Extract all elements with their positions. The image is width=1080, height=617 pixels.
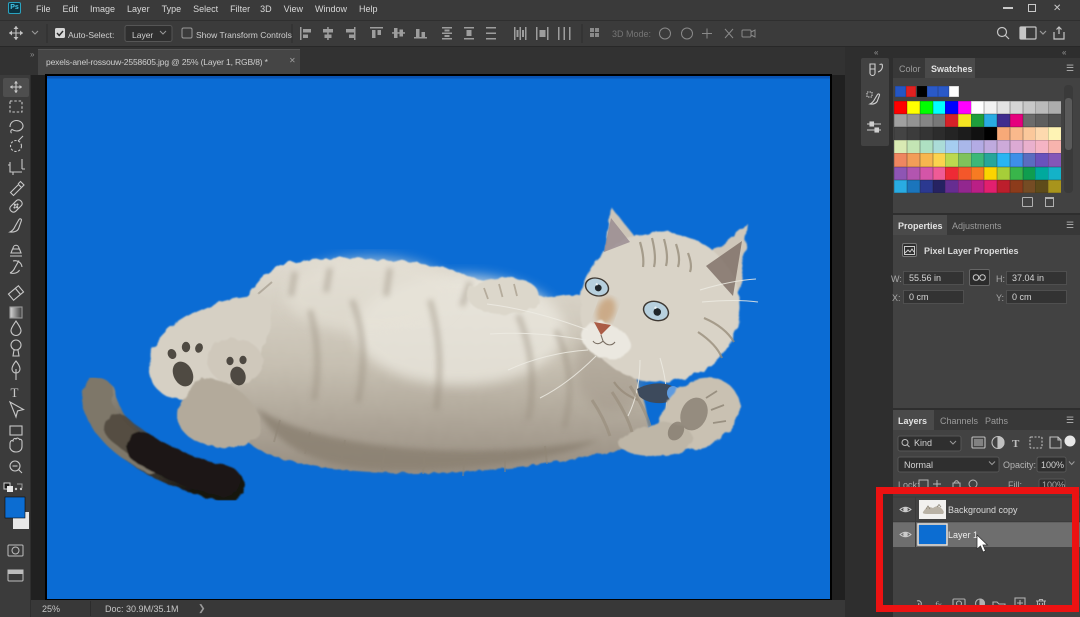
svg-text:Opacity:: Opacity:	[1003, 460, 1036, 470]
svg-text:T: T	[11, 385, 19, 400]
svg-text:Kind: Kind	[914, 438, 932, 448]
svg-text:Normal: Normal	[904, 460, 933, 470]
svg-text:T: T	[1012, 438, 1020, 450]
svg-text:100%: 100%	[1041, 460, 1064, 470]
svg-text:3D Mode:: 3D Mode:	[612, 29, 651, 39]
